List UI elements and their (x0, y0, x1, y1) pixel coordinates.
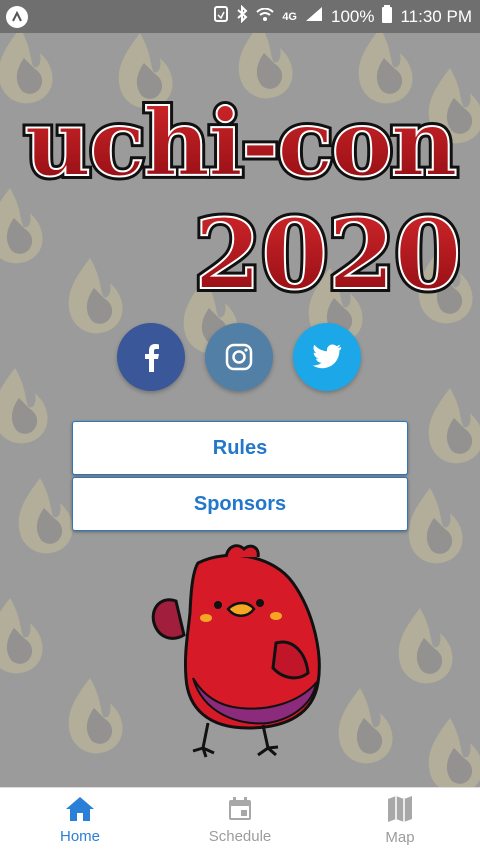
logo-line-2020-outline: 2020 (194, 198, 460, 311)
tab-home[interactable]: Home (0, 788, 160, 853)
tab-home-label: Home (59, 828, 100, 845)
tab-schedule[interactable]: Schedule (160, 788, 320, 853)
instagram-button[interactable] (205, 323, 273, 391)
instagram-icon (225, 343, 253, 371)
bottom-tab-bar: Home Schedule Map (0, 787, 480, 853)
sponsors-label: Sponsors (193, 492, 287, 515)
bird-mascot-image (151, 544, 321, 758)
home-screen[interactable]: uchi-con uchi-con 2020 2020 Rules Sponso… (0, 33, 480, 788)
bluetooth-icon (236, 4, 248, 28)
tab-map[interactable]: Map (320, 788, 480, 853)
map-icon (388, 796, 412, 822)
signal-icon (305, 6, 323, 27)
home-icon (66, 797, 94, 821)
battery-text: 100% (331, 6, 375, 26)
facebook-icon (145, 344, 159, 372)
battery-icon (382, 5, 393, 28)
logo-line-uchi-con-outline: uchi-con (24, 89, 455, 197)
tab-map-label: Map (385, 829, 415, 846)
status-time: 11:30 PM (400, 6, 472, 26)
uchi-con-logo: uchi-con uchi-con 2020 2020 (20, 85, 460, 313)
twitter-icon (312, 344, 342, 369)
facebook-button[interactable] (117, 323, 185, 391)
sponsors-button[interactable]: Sponsors (72, 477, 408, 531)
app-indicator-icon (6, 6, 28, 28)
calendar-icon (229, 797, 251, 820)
network-label: 4G (282, 10, 297, 23)
twitter-button[interactable] (293, 323, 361, 391)
rules-button[interactable]: Rules (72, 421, 408, 475)
save-icon (214, 6, 229, 27)
status-icons: 4G 100% 11:30 PM (214, 0, 472, 33)
social-links (117, 323, 363, 393)
wifi-icon (256, 7, 274, 27)
status-bar: 4G 100% 11:30 PM (0, 0, 480, 33)
tab-schedule-label: Schedule (208, 828, 272, 845)
rules-label: Rules (212, 436, 268, 459)
